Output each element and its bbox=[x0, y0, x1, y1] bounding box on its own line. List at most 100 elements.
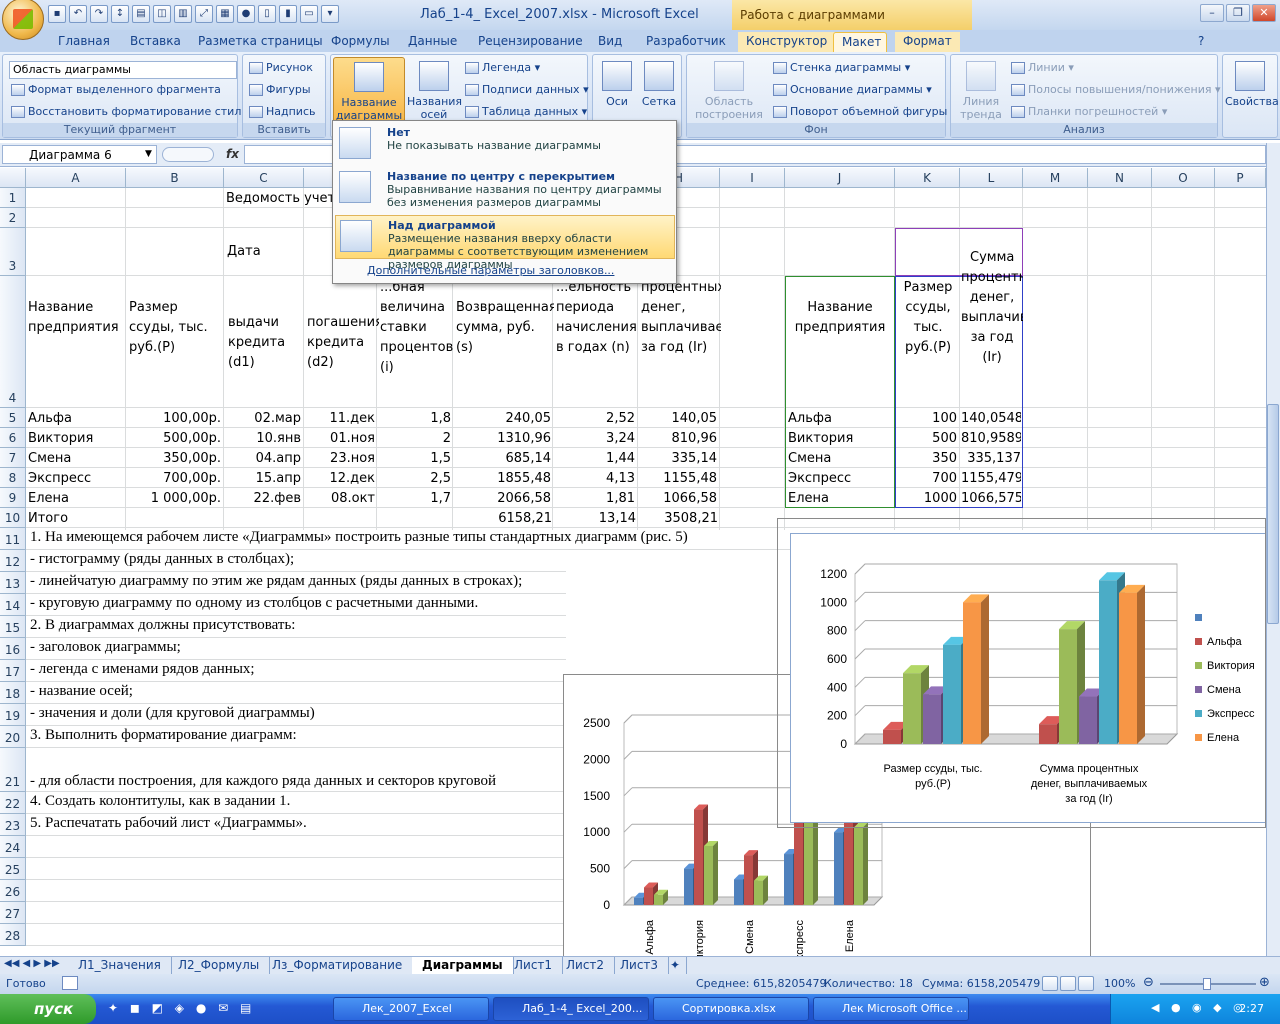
print-icon[interactable]: ▤ bbox=[132, 5, 150, 23]
lines-button[interactable]: Линии ▾ bbox=[1011, 61, 1074, 74]
column-header[interactable]: P bbox=[1215, 168, 1266, 188]
taskbar-item-lecture[interactable]: Лек_2007_Excel bbox=[333, 997, 489, 1021]
row-header[interactable]: 23 bbox=[0, 814, 26, 836]
gridlines-button[interactable]: Сетка bbox=[639, 61, 679, 108]
row-header[interactable]: 20 bbox=[0, 726, 26, 748]
sheet-tab-l2[interactable]: Л2_Формулы bbox=[168, 957, 271, 974]
trendline-button[interactable]: Линия тренда bbox=[955, 61, 1007, 121]
zoom-level[interactable]: 100% bbox=[1104, 977, 1135, 990]
camera-icon[interactable]: ● bbox=[237, 5, 255, 23]
sheet-nav-icon[interactable]: ◀◀ ◀ ▶ ▶▶ bbox=[4, 958, 60, 969]
sheet-tab-list1[interactable]: Лист1 bbox=[504, 957, 564, 974]
office-button[interactable] bbox=[2, 0, 44, 40]
table-icon[interactable]: ▦ bbox=[216, 5, 234, 23]
redo-icon[interactable]: ↷ bbox=[90, 5, 108, 23]
row-header[interactable]: 27 bbox=[0, 902, 26, 924]
row-header[interactable]: 22 bbox=[0, 792, 26, 814]
restore-icon[interactable]: ❐ bbox=[1226, 4, 1250, 22]
tab-view[interactable]: Вид bbox=[590, 32, 630, 52]
row-header[interactable]: 15 bbox=[0, 616, 26, 638]
row-header[interactable]: 19 bbox=[0, 704, 26, 726]
page-icon[interactable]: ▯ bbox=[258, 5, 276, 23]
sort-icon[interactable]: ↕ bbox=[111, 5, 129, 23]
customize-qat-icon[interactable]: ▾ bbox=[321, 5, 339, 23]
row-header[interactable]: 10 bbox=[0, 508, 26, 528]
tab-developer[interactable]: Разработчик bbox=[638, 32, 734, 52]
tab-insert[interactable]: Вставка bbox=[122, 32, 189, 52]
new-sheet-icon[interactable]: ✦ bbox=[664, 957, 688, 974]
row-header[interactable]: 26 bbox=[0, 880, 26, 902]
row-header[interactable]: 3 bbox=[0, 228, 26, 276]
row-header[interactable]: 5 bbox=[0, 408, 26, 428]
column-header[interactable]: B bbox=[126, 168, 224, 188]
error-bars-button[interactable]: Планки погрешностей ▾ bbox=[1011, 105, 1167, 118]
save-icon[interactable]: ▪ bbox=[48, 5, 66, 23]
fx-icon[interactable]: fx bbox=[226, 147, 239, 161]
normal-view-icon[interactable] bbox=[1042, 976, 1058, 991]
column-header[interactable]: C bbox=[224, 168, 304, 188]
sheet-tab-list3[interactable]: Лист3 bbox=[610, 957, 670, 974]
reset-style-button[interactable]: Восстановить форматирование стиля bbox=[11, 105, 248, 118]
taskbar-item-sort[interactable]: Сортировка.xlsx bbox=[653, 997, 809, 1021]
row-header[interactable]: 13 bbox=[0, 572, 26, 594]
row-header[interactable]: 2 bbox=[0, 208, 26, 228]
legend-button[interactable]: Легенда ▾ bbox=[465, 61, 540, 74]
tab-formulas[interactable]: Формулы bbox=[323, 32, 398, 52]
taskbar-item-office-lecture[interactable]: Лек Microsoft Office ... bbox=[813, 997, 969, 1021]
axis-titles-button[interactable]: Названия осей bbox=[407, 61, 462, 121]
row-header[interactable]: 28 bbox=[0, 924, 26, 946]
macro-record-icon[interactable] bbox=[62, 976, 78, 990]
data-table-button[interactable]: Таблица данных ▾ bbox=[465, 105, 587, 118]
row-header[interactable]: 16 bbox=[0, 638, 26, 660]
row-header[interactable]: 7 bbox=[0, 448, 26, 468]
chart-wall-button[interactable]: Стенка диаграммы ▾ bbox=[773, 61, 910, 74]
tab-review[interactable]: Рецензирование bbox=[470, 32, 591, 52]
column-header[interactable]: A bbox=[26, 168, 126, 188]
sheet-tab-l1[interactable]: Л1_Значения bbox=[68, 957, 172, 974]
tab-data[interactable]: Данные bbox=[400, 32, 465, 52]
shapes-button[interactable]: Фигуры bbox=[249, 83, 311, 96]
updown-bars-button[interactable]: Полосы повышения/понижения ▾ bbox=[1011, 83, 1221, 96]
chart-title-overlay-option[interactable]: Название по центру с перекрытием Выравни… bbox=[335, 167, 675, 215]
properties-button[interactable]: Свойства bbox=[1225, 61, 1279, 108]
tab-layout[interactable]: Макет bbox=[833, 32, 887, 52]
tab-design[interactable]: Конструктор bbox=[738, 32, 836, 52]
more-title-options-link[interactable]: Дополнительные параметры заголовков... bbox=[367, 264, 614, 277]
undo-icon[interactable]: ↶ bbox=[69, 5, 87, 23]
axes-button[interactable]: Оси bbox=[597, 61, 637, 108]
row-header[interactable]: 17 bbox=[0, 660, 26, 682]
chart-title-none-option[interactable]: Нет Не показывать название диаграммы bbox=[335, 123, 675, 165]
column-header[interactable]: J bbox=[785, 168, 895, 188]
start-button[interactable]: пуск bbox=[0, 994, 96, 1024]
row-header[interactable]: 9 bbox=[0, 488, 26, 508]
row-header[interactable]: 1 bbox=[0, 188, 26, 208]
chart-floor-button[interactable]: Основание диаграммы ▾ bbox=[773, 83, 932, 96]
vertical-scroll-thumb[interactable] bbox=[1267, 404, 1279, 624]
row-header[interactable]: 4 bbox=[0, 276, 26, 408]
column-header[interactable]: I bbox=[720, 168, 785, 188]
close-icon[interactable]: ✕ bbox=[1252, 4, 1276, 22]
row-header[interactable]: 6 bbox=[0, 428, 26, 448]
tab-home[interactable]: Главная bbox=[50, 32, 118, 52]
sheet-tab-charts[interactable]: Диаграммы bbox=[412, 957, 514, 974]
plot-area-button[interactable]: Область построения bbox=[691, 61, 767, 121]
zoom-slider-thumb[interactable] bbox=[1203, 978, 1211, 990]
zoom-out-icon[interactable]: ⊖ bbox=[1143, 975, 1154, 990]
select-all-corner[interactable] bbox=[0, 168, 26, 188]
row-header[interactable]: 14 bbox=[0, 594, 26, 616]
chart-1[interactable]: 0 200 400 600 800 1000 1200 Размер ссуды, тыс. р… bbox=[790, 533, 1266, 823]
sheet-tab-list2[interactable]: Лист2 bbox=[556, 957, 616, 974]
row-header[interactable]: 12 bbox=[0, 550, 26, 572]
sheet-tab-l3[interactable]: Лз_Форматирование bbox=[262, 957, 414, 974]
row-header[interactable]: 25 bbox=[0, 858, 26, 880]
format-selection-button[interactable]: Формат выделенного фрагмента bbox=[11, 83, 221, 96]
picture-button[interactable]: Рисунок bbox=[249, 61, 313, 74]
formula-buttons[interactable] bbox=[162, 147, 214, 162]
row-header[interactable]: 21 bbox=[0, 748, 26, 792]
chart-title-button[interactable]: Название диаграммы bbox=[333, 57, 405, 123]
quick-launch-icons[interactable]: ✦ ◼ ◩ ◈ ● ✉ ▤ bbox=[108, 1001, 255, 1015]
row-header[interactable]: 8 bbox=[0, 468, 26, 488]
help-icon[interactable]: ? bbox=[1194, 32, 1208, 52]
minimize-icon[interactable]: – bbox=[1200, 4, 1224, 22]
page-layout-view-icon[interactable] bbox=[1060, 976, 1076, 991]
